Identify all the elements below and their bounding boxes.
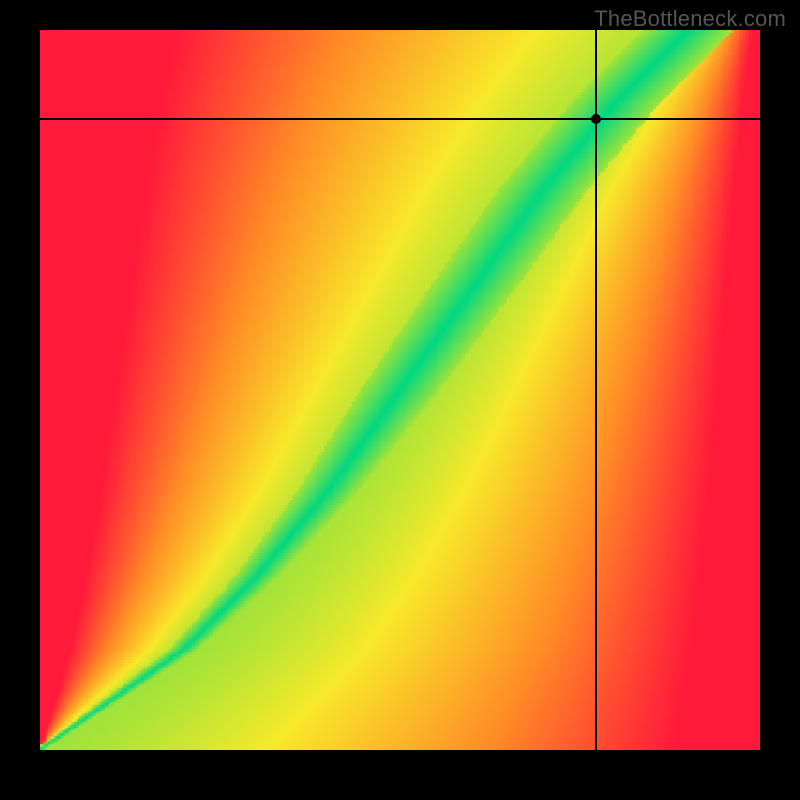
heatmap-canvas xyxy=(40,30,760,750)
crosshair-horizontal xyxy=(40,118,760,120)
marker-dot xyxy=(591,114,601,124)
crosshair-vertical xyxy=(595,30,597,750)
heatmap-plot xyxy=(40,30,760,750)
watermark-text: TheBottleneck.com xyxy=(594,6,786,32)
